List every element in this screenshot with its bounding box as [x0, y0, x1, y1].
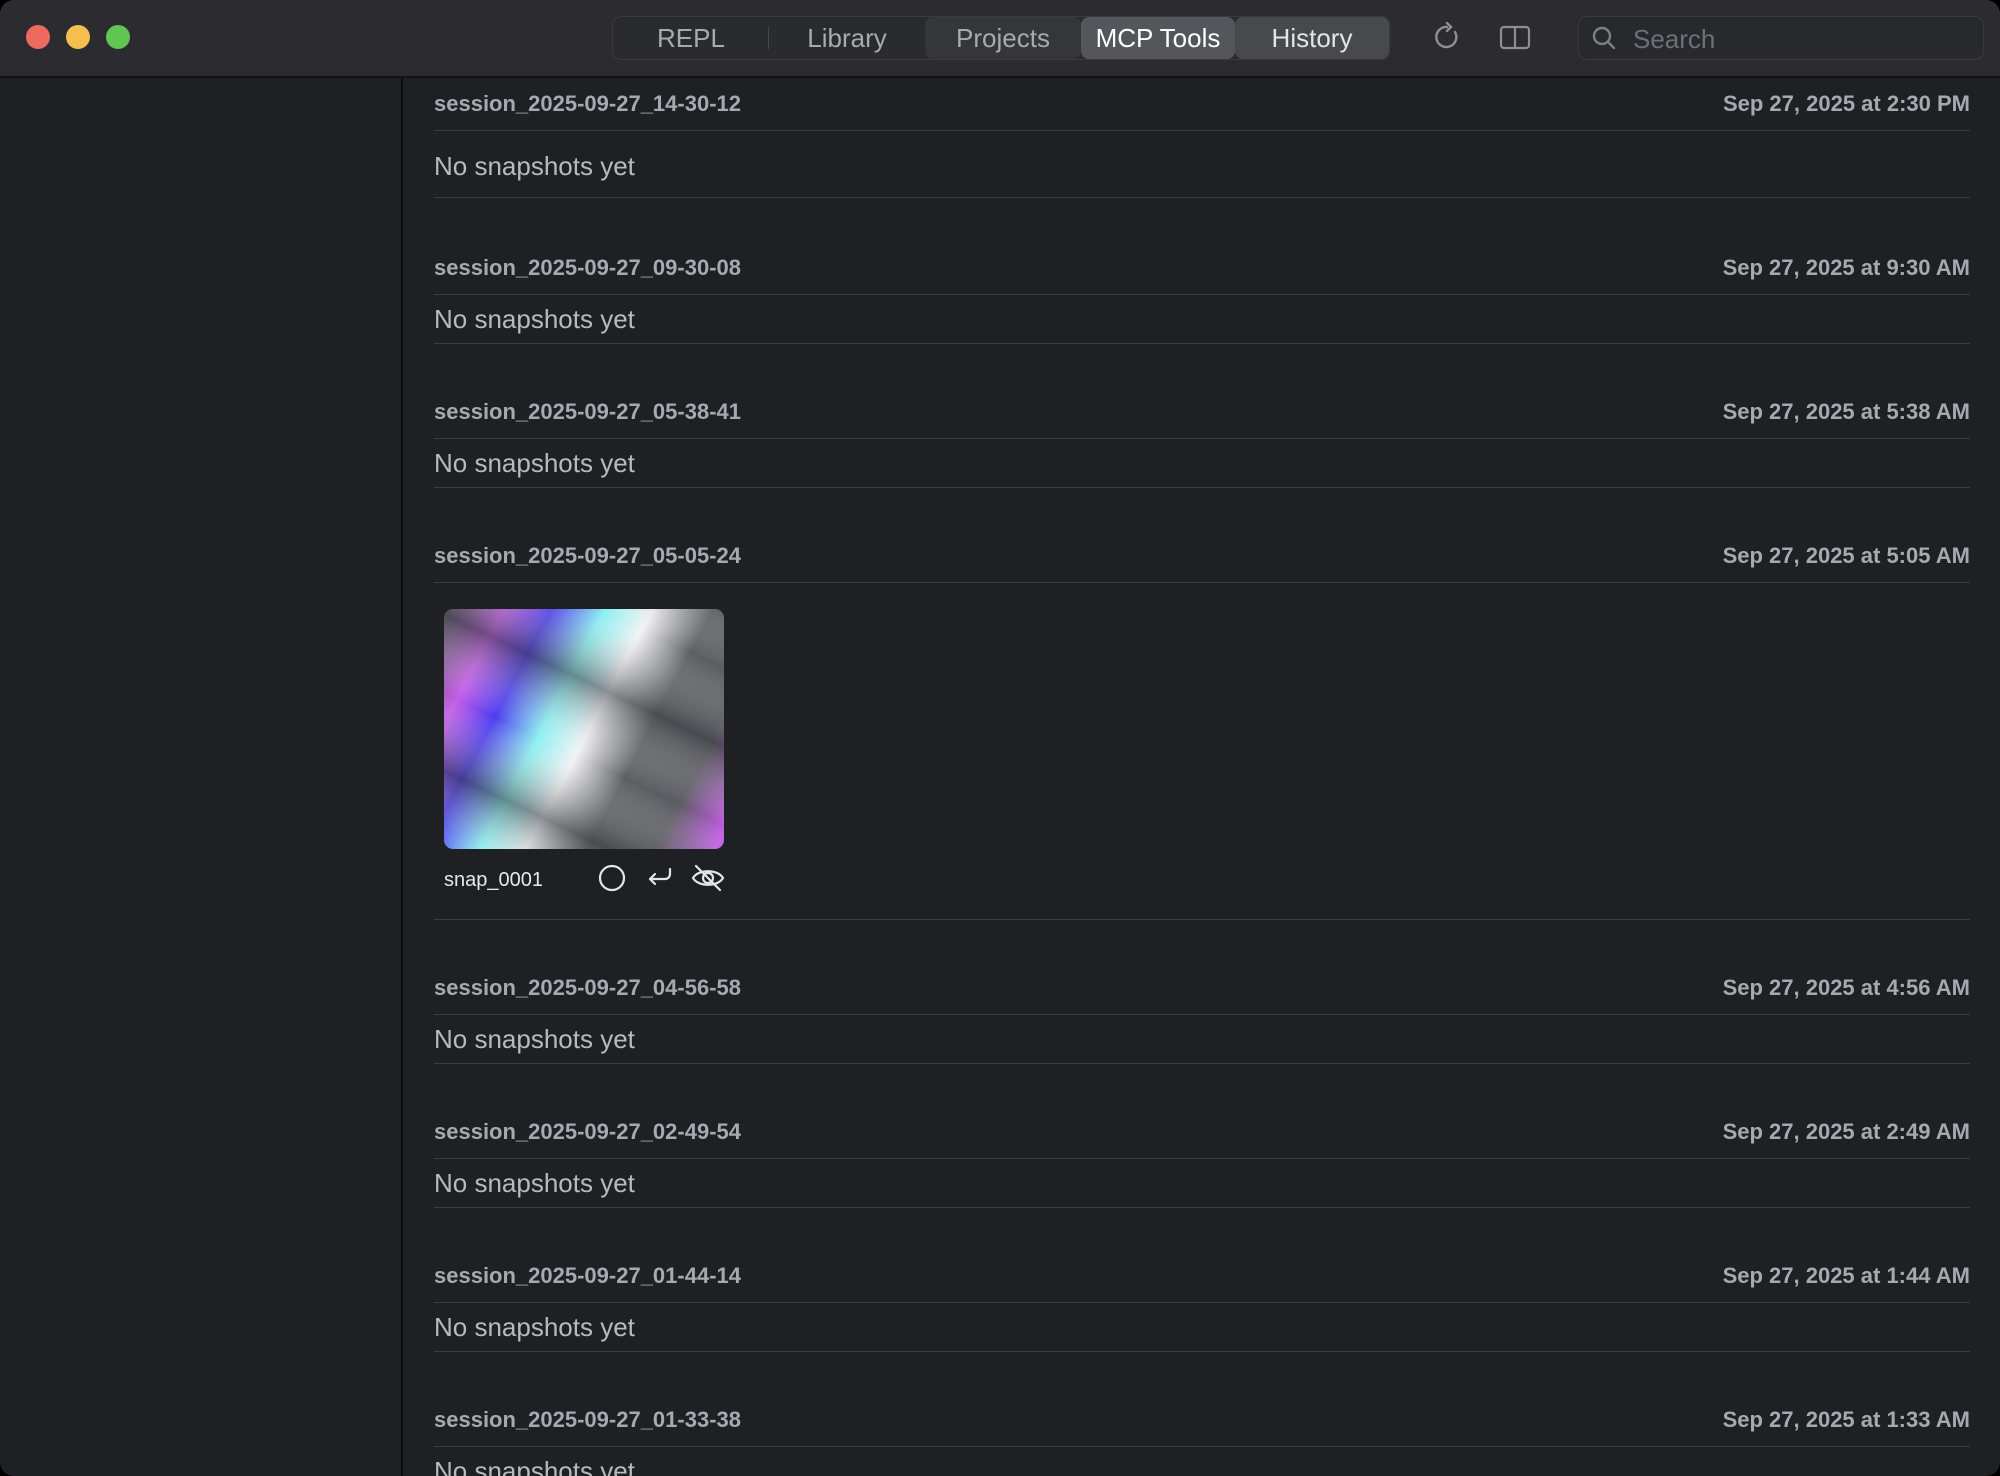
- sidebar-toggle-icon[interactable]: [1498, 20, 1532, 54]
- refresh-icon[interactable]: [1430, 20, 1464, 54]
- session-header[interactable]: session_2025-09-27_01-44-14 Sep 27, 2025…: [434, 1250, 1970, 1303]
- zoom-window-button[interactable]: [106, 25, 130, 49]
- snapshot-actions: [594, 860, 726, 896]
- tab-projects[interactable]: Projects: [925, 17, 1081, 59]
- session-header[interactable]: session_2025-09-27_01-33-38 Sep 27, 2025…: [434, 1394, 1970, 1447]
- search-field[interactable]: [1578, 16, 1984, 61]
- session-name: session_2025-09-27_01-33-38: [434, 1407, 742, 1432]
- view-tab-bar: REPL Library Projects MCP Tools History: [612, 16, 1390, 60]
- session-name: session_2025-09-27_05-38-41: [434, 399, 742, 424]
- session-group: session_2025-09-27_01-44-14 Sep 27, 2025…: [434, 1250, 1970, 1352]
- session-header[interactable]: session_2025-09-27_04-56-58 Sep 27, 2025…: [434, 962, 1970, 1015]
- session-name: session_2025-09-27_14-30-12: [434, 91, 742, 116]
- return-arrow-icon[interactable]: [642, 860, 678, 896]
- session-header[interactable]: session_2025-09-27_05-38-41 Sep 27, 2025…: [434, 386, 1970, 439]
- session-date: Sep 27, 2025 at 1:44 AM: [1722, 1263, 1970, 1288]
- empty-state-text: No snapshots yet: [434, 295, 1970, 344]
- session-header[interactable]: session_2025-09-27_05-05-24 Sep 27, 2025…: [434, 530, 1970, 583]
- snapshot-name: snap_0001: [444, 869, 543, 891]
- eye-slash-icon[interactable]: [690, 860, 726, 896]
- session-name: session_2025-09-27_02-49-54: [434, 1119, 742, 1144]
- session-date: Sep 27, 2025 at 2:49 AM: [1722, 1119, 1970, 1144]
- empty-state-text: No snapshots yet: [434, 1303, 1970, 1352]
- session-name: session_2025-09-27_05-05-24: [434, 543, 742, 568]
- minimize-window-button[interactable]: [66, 25, 90, 49]
- title-bar: REPL Library Projects MCP Tools History: [0, 0, 2000, 78]
- search-icon: [1592, 26, 1616, 50]
- session-date: Sep 27, 2025 at 1:33 AM: [1722, 1407, 1970, 1432]
- history-list: session_2025-09-27_14-30-12 Sep 27, 2025…: [403, 78, 2000, 1476]
- session-date: Sep 27, 2025 at 5:38 AM: [1722, 399, 1970, 424]
- session-group: session_2025-09-27_04-56-58 Sep 27, 2025…: [434, 962, 1970, 1064]
- tab-repl[interactable]: REPL: [613, 17, 769, 59]
- empty-state-text: No snapshots yet: [434, 131, 1970, 198]
- empty-state-text: No snapshots yet: [434, 1447, 1970, 1476]
- search-input[interactable]: [1631, 17, 1975, 61]
- session-group: session_2025-09-27_02-49-54 Sep 27, 2025…: [434, 1106, 1970, 1208]
- session-header[interactable]: session_2025-09-27_14-30-12 Sep 27, 2025…: [434, 78, 1970, 131]
- session-date: Sep 27, 2025 at 9:30 AM: [1722, 255, 1970, 280]
- session-date: Sep 27, 2025 at 2:30 PM: [1722, 91, 1970, 116]
- session-header[interactable]: session_2025-09-27_09-30-08 Sep 27, 2025…: [434, 242, 1970, 295]
- tab-library[interactable]: Library: [769, 17, 925, 59]
- session-date: Sep 27, 2025 at 4:56 AM: [1722, 975, 1970, 1000]
- empty-state-text: No snapshots yet: [434, 1015, 1970, 1064]
- session-group: session_2025-09-27_09-30-08 Sep 27, 2025…: [434, 242, 1970, 344]
- snapshot-thumbnail[interactable]: [444, 609, 724, 849]
- close-window-button[interactable]: [26, 25, 50, 49]
- session-name: session_2025-09-27_09-30-08: [434, 255, 742, 280]
- session-name: session_2025-09-27_04-56-58: [434, 975, 742, 1000]
- empty-state-text: No snapshots yet: [434, 439, 1970, 488]
- sidebar: [0, 78, 403, 1476]
- empty-state-text: No snapshots yet: [434, 1159, 1970, 1208]
- session-group: session_2025-09-27_05-05-24 Sep 27, 2025…: [434, 530, 1970, 920]
- session-group: session_2025-09-27_14-30-12 Sep 27, 2025…: [434, 78, 1970, 198]
- tab-mcp-tools[interactable]: MCP Tools: [1081, 17, 1235, 59]
- session-header[interactable]: session_2025-09-27_02-49-54 Sep 27, 2025…: [434, 1106, 1970, 1159]
- snapshot-grid: snap_0001: [434, 583, 1970, 920]
- session-date: Sep 27, 2025 at 5:05 AM: [1722, 543, 1970, 568]
- session-name: session_2025-09-27_01-44-14: [434, 1263, 742, 1288]
- circle-icon[interactable]: [594, 860, 630, 896]
- app-window: REPL Library Projects MCP Tools History: [0, 0, 2000, 1476]
- session-group: session_2025-09-27_01-33-38 Sep 27, 2025…: [434, 1394, 1970, 1476]
- session-group: session_2025-09-27_05-38-41 Sep 27, 2025…: [434, 386, 1970, 488]
- tab-history[interactable]: History: [1235, 17, 1389, 59]
